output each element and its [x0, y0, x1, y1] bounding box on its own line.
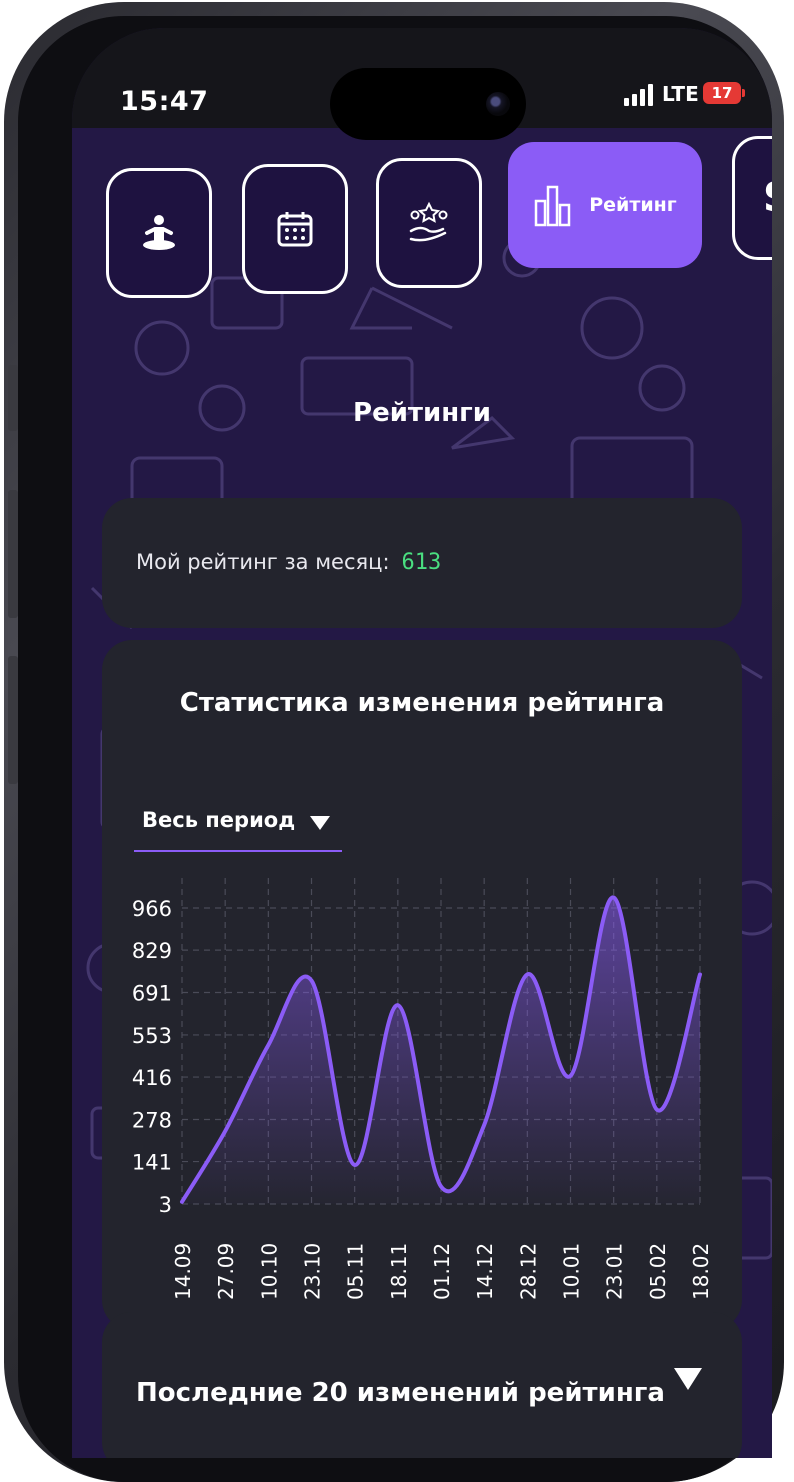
rating-chart: 966 829 691 553 416 278 141 3 14.09 27.09 10.10 23.…	[102, 640, 742, 1330]
side-button-volume-down	[8, 656, 18, 784]
nav-item-rewards[interactable]	[376, 158, 482, 288]
status-bar: 15:47 LTE 17	[72, 28, 772, 128]
status-time: 15:47	[120, 86, 208, 117]
chart-y-tick-label: 141	[132, 1151, 172, 1175]
chart-x-tick-label: 18.11	[387, 1243, 411, 1300]
chart-x-tick-label: 18.02	[689, 1243, 713, 1300]
chart-x-tick-label: 28.12	[516, 1243, 540, 1300]
side-button-volume-up	[8, 490, 18, 618]
chart-x-tick-label: 10.10	[257, 1243, 281, 1300]
chart-x-tick-label: 05.11	[344, 1243, 368, 1300]
my-rating-card: Мой рейтинг за месяц: 613	[102, 498, 742, 628]
chart-x-tick-label: 23.01	[603, 1243, 627, 1300]
chart-y-tick-label: 416	[132, 1066, 172, 1090]
nav-item-meditation[interactable]	[106, 168, 212, 298]
chart-x-tick-label: 14.09	[171, 1243, 195, 1300]
nav-item-calendar[interactable]	[242, 164, 348, 294]
stars-hand-icon	[407, 201, 451, 245]
app-screen: 15:47 LTE 17	[72, 28, 772, 1458]
my-rating-label: Мой рейтинг за месяц:	[136, 550, 390, 574]
nav-item-next[interactable]: S	[732, 136, 772, 260]
chart-x-tick-label: 01.12	[430, 1243, 454, 1300]
my-rating-value: 613	[402, 550, 442, 575]
bar-chart-icon	[533, 183, 573, 227]
signal-icon	[624, 84, 656, 106]
last-changes-title: Последние 20 изменений рейтинга	[136, 1378, 665, 1408]
last-changes-card: Последние 20 изменений рейтинга	[102, 1312, 742, 1458]
my-rating-row: Мой рейтинг за месяц: 613	[136, 550, 441, 575]
chart-x-tick-label: 14.12	[473, 1243, 497, 1300]
nav-item-rating-label: Рейтинг	[589, 194, 677, 216]
front-camera	[486, 92, 510, 116]
chart-y-tick-label: 3	[159, 1193, 172, 1217]
last-changes-toggle-icon[interactable]	[674, 1368, 702, 1390]
battery-indicator: 17	[703, 82, 741, 104]
calendar-icon	[275, 209, 315, 249]
nav-item-rating[interactable]: Рейтинг	[508, 142, 702, 268]
chart-y-tick-label: 829	[132, 939, 172, 963]
dynamic-island	[330, 68, 526, 140]
chart-y-tick-label: 966	[132, 897, 172, 921]
chart-x-tick-label: 27.09	[214, 1243, 238, 1300]
chart-x-tick-label: 23.10	[301, 1243, 325, 1300]
chart-y-tick-label: 691	[132, 982, 172, 1006]
partial-item-icon: S	[763, 175, 772, 221]
side-button-mute	[8, 365, 18, 431]
person-meditation-icon	[139, 213, 179, 253]
chart-y-tick-label: 553	[132, 1024, 172, 1048]
stats-card: Статистика изменения рейтинга Весь перио…	[102, 640, 742, 1330]
network-type: LTE	[662, 82, 699, 106]
page-title: Рейтинги	[72, 398, 772, 428]
chart-x-tick-label: 10.01	[560, 1243, 584, 1300]
chart-y-tick-label: 278	[132, 1108, 172, 1132]
chart-x-tick-label: 05.02	[646, 1243, 670, 1300]
